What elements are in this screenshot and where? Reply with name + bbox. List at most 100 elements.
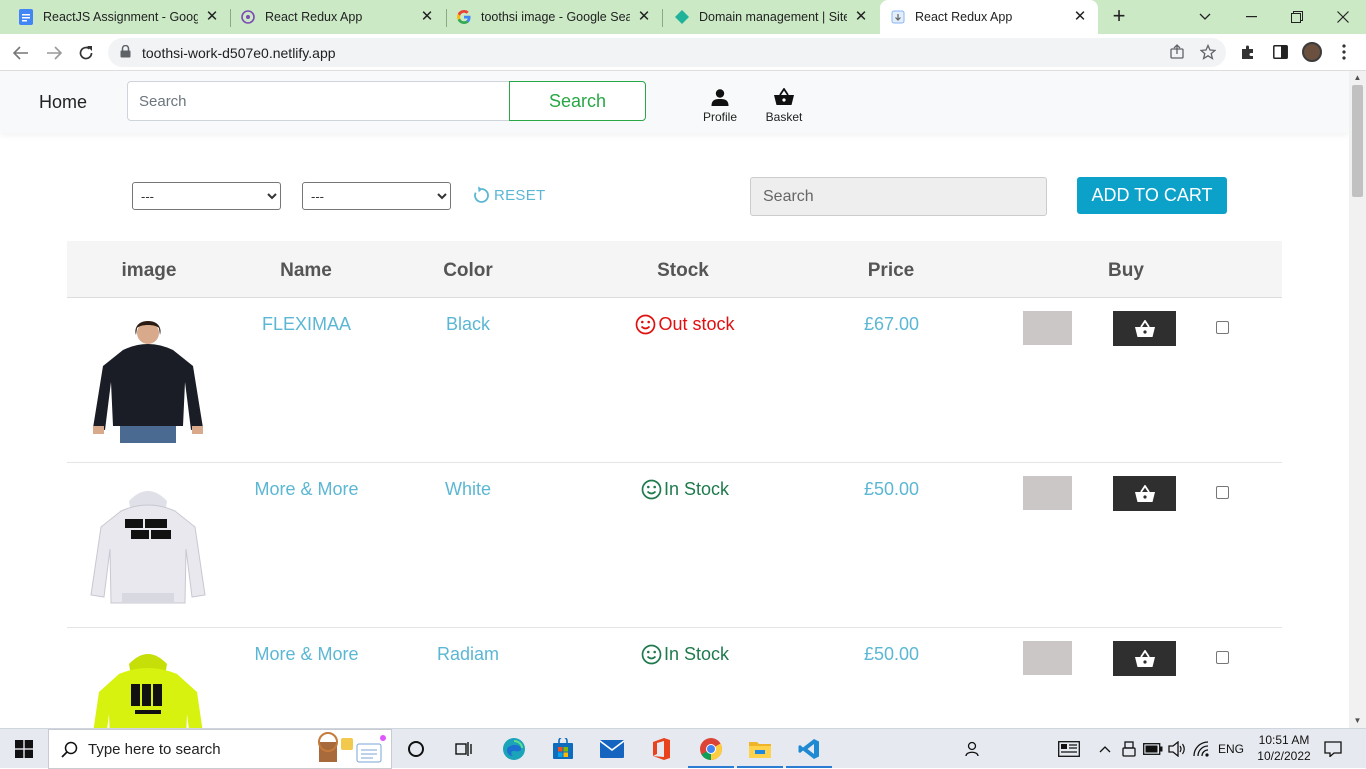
filter-select-2[interactable]: --- — [302, 182, 451, 210]
close-icon[interactable]: ✕ — [853, 9, 869, 25]
header-stock: Stock — [657, 260, 709, 281]
avatar[interactable] — [1302, 42, 1322, 62]
profile-link[interactable]: Profile — [695, 84, 745, 124]
forward-arrow-icon[interactable] — [42, 41, 66, 65]
scrollbar-thumb[interactable] — [1352, 85, 1363, 197]
browser-tab-active[interactable]: React Redux App ✕ — [880, 0, 1098, 34]
product-color: White — [444, 479, 491, 499]
back-arrow-icon[interactable] — [9, 41, 33, 65]
office-icon[interactable] — [647, 735, 675, 763]
header-buy: Buy — [1108, 260, 1144, 281]
chrome-icon[interactable] — [697, 735, 725, 763]
star-icon[interactable] — [1199, 43, 1217, 62]
reset-button[interactable]: RESET — [473, 186, 546, 204]
table-search-input[interactable] — [750, 177, 1047, 216]
input-language[interactable]: ENG — [1214, 729, 1248, 769]
page-viewport: Home Search Profile Basket --- --- RESET… — [0, 71, 1366, 728]
file-explorer-icon[interactable] — [746, 735, 774, 763]
stock-status: In Stock — [585, 479, 785, 500]
people-icon[interactable] — [960, 729, 984, 769]
close-window-button[interactable] — [1320, 0, 1366, 34]
task-view-icon[interactable] — [450, 735, 478, 763]
product-price: £50.00 — [863, 644, 920, 664]
tab-search-chevron-icon[interactable] — [1182, 0, 1228, 34]
google-icon — [456, 9, 472, 25]
row-select-checkbox[interactable] — [1216, 321, 1229, 334]
basket-link[interactable]: Basket — [759, 84, 809, 124]
more-vert-icon[interactable] — [1334, 42, 1354, 62]
notification-icon[interactable] — [1320, 729, 1346, 769]
clock-date: 10/2/2022 — [1257, 749, 1311, 763]
close-icon[interactable]: ✕ — [1072, 9, 1088, 25]
mail-icon[interactable] — [598, 735, 626, 763]
new-tab-button[interactable]: + — [1108, 5, 1130, 28]
quantity-input[interactable] — [1023, 311, 1072, 345]
system-clock[interactable]: 10:51 AM 10/2/2022 — [1253, 732, 1315, 764]
close-icon[interactable]: ✕ — [636, 9, 652, 25]
header-image: image — [121, 260, 177, 281]
add-to-cart-button[interactable]: ADD TO CART — [1077, 177, 1227, 214]
extensions-puzzle-icon[interactable] — [1238, 42, 1258, 62]
table-row: More & More White In Stock £50.00 — [67, 463, 1282, 628]
table-row: FLEXIMAA Black Out stock £67.00 — [67, 298, 1282, 463]
product-name[interactable]: More & More — [229, 479, 384, 500]
chevron-up-icon[interactable] — [1096, 729, 1114, 769]
vscode-icon[interactable] — [795, 735, 823, 763]
reload-icon[interactable] — [74, 41, 98, 65]
share-icon[interactable] — [1168, 44, 1186, 62]
browser-tab-docs[interactable]: ReactJS Assignment - Google Docs ✕ — [8, 0, 230, 34]
windows-start-icon[interactable] — [10, 735, 38, 763]
side-panel-icon[interactable] — [1270, 42, 1290, 62]
reset-label: RESET — [494, 186, 546, 204]
close-icon[interactable]: ✕ — [419, 9, 435, 25]
add-item-to-basket-button[interactable] — [1113, 476, 1176, 511]
netlify-icon — [674, 9, 690, 25]
profile-label: Profile — [702, 110, 737, 124]
browser-toolbar: toothsi-work-d507e0.netlify.app — [0, 34, 1366, 71]
product-name[interactable]: FLEXIMAA — [229, 314, 384, 335]
quantity-input[interactable] — [1023, 476, 1072, 510]
page-scrollbar[interactable]: ▲ ▼ — [1349, 71, 1366, 728]
basket-icon — [759, 84, 809, 106]
close-icon[interactable]: ✕ — [204, 9, 220, 25]
quantity-input[interactable] — [1023, 641, 1072, 675]
restore-button[interactable] — [1274, 0, 1320, 34]
store-icon[interactable] — [549, 735, 577, 763]
edge-icon[interactable] — [500, 735, 528, 763]
add-item-to-basket-button[interactable] — [1113, 641, 1176, 676]
usb-icon[interactable] — [1120, 729, 1138, 769]
face-icon — [641, 644, 662, 665]
cortana-icon[interactable] — [402, 735, 430, 763]
navbar-search-input[interactable] — [127, 81, 510, 121]
scroll-down-arrow-icon[interactable]: ▼ — [1349, 714, 1366, 728]
browser-tab-strip: ReactJS Assignment - Google Docs ✕ React… — [0, 0, 1366, 34]
tab-title: React Redux App — [915, 10, 1013, 24]
basket-icon — [1134, 649, 1155, 667]
lock-icon[interactable] — [120, 44, 131, 63]
battery-icon[interactable] — [1142, 729, 1164, 769]
address-bar[interactable]: toothsi-work-d507e0.netlify.app — [108, 38, 1226, 67]
minimize-button[interactable] — [1228, 0, 1274, 34]
add-item-to-basket-button[interactable] — [1113, 311, 1176, 346]
browser-tab-google[interactable]: toothsi image - Google Search ✕ — [446, 0, 662, 34]
news-icon[interactable] — [1056, 729, 1082, 769]
row-select-checkbox[interactable] — [1216, 486, 1229, 499]
scroll-up-arrow-icon[interactable]: ▲ — [1349, 71, 1366, 85]
browser-tab-redux[interactable]: React Redux App ✕ — [230, 0, 445, 34]
header-price: Price — [867, 260, 915, 281]
basket-label: Basket — [765, 110, 803, 124]
browser-tab-netlify[interactable]: Domain management | Site settings ✕ — [664, 0, 879, 34]
clock-time: 10:51 AM — [1258, 733, 1310, 747]
wifi-icon[interactable] — [1190, 729, 1212, 769]
volume-icon[interactable] — [1166, 729, 1188, 769]
row-select-checkbox[interactable] — [1216, 651, 1229, 664]
brand-home-link[interactable]: Home — [39, 92, 87, 113]
taskbar-search-box[interactable]: Type here to search — [48, 729, 392, 769]
stock-label: In Stock — [663, 644, 730, 664]
tab-title: toothsi image - Google Search — [481, 10, 630, 24]
product-image — [93, 654, 203, 728]
search-highlight-icon[interactable] — [311, 732, 387, 768]
navbar-search-button[interactable]: Search — [509, 81, 646, 121]
product-name[interactable]: More & More — [229, 644, 384, 665]
filter-select-1[interactable]: --- — [132, 182, 281, 210]
